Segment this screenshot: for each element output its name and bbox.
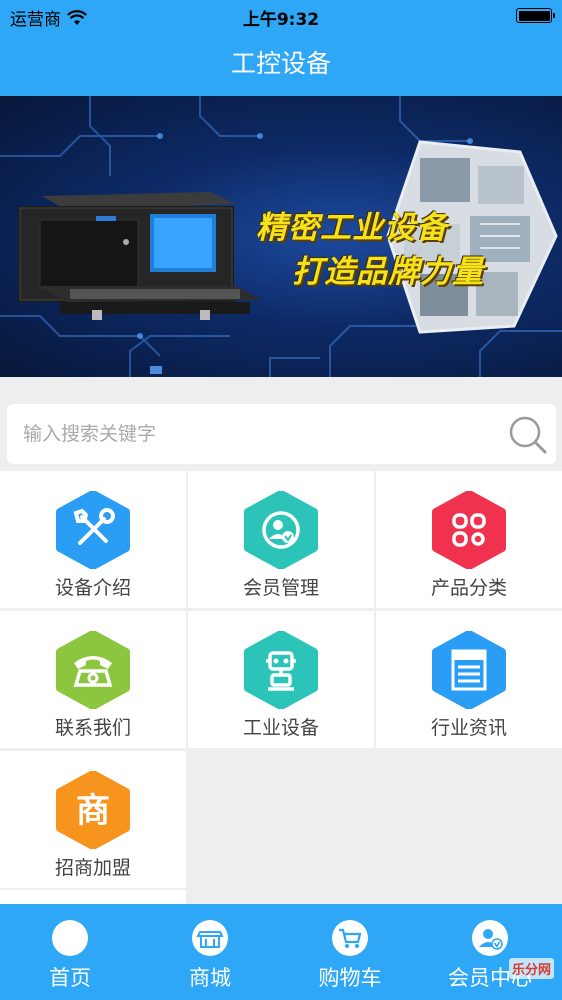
grid-item-industry-news[interactable]: 行业资讯 [376, 611, 562, 748]
page-title: 工控设备 [230, 49, 331, 78]
store-icon [192, 920, 228, 956]
grid-item-partial [0, 890, 186, 904]
grid-item-label: 工业设备 [242, 717, 319, 739]
tab-store[interactable]: 商城 [140, 904, 280, 1000]
watermark-logo: 乐分网 [508, 958, 554, 979]
category-icon [430, 491, 508, 569]
grid-item-member-management[interactable]: 会员管理 [188, 471, 374, 608]
tab-member-center[interactable]: 会员中心 [420, 904, 560, 1000]
banner-slogan-line2: 打造品牌力量 [292, 254, 484, 290]
status-bar: 运营商 上午9:32 [0, 0, 562, 32]
tab-home[interactable]: 首页 [0, 904, 140, 1000]
member-center-icon [472, 920, 508, 956]
grid-item-device-intro[interactable]: 设备介绍 [0, 471, 186, 608]
grid-item-product-category[interactable]: 产品分类 [376, 471, 562, 608]
search-input[interactable] [23, 416, 493, 452]
tab-label: 商城 [189, 966, 231, 990]
nav-bar: 工控设备 [0, 32, 562, 96]
telephone-icon [54, 631, 132, 709]
tab-label: 首页 [49, 966, 91, 990]
search-icon[interactable] [508, 415, 548, 455]
grid-item-label: 会员管理 [242, 577, 319, 599]
cart-icon [332, 920, 368, 956]
tab-cart[interactable]: 购物车 [280, 904, 420, 1000]
home-icon [52, 920, 88, 956]
industrial-computer-image [18, 192, 262, 320]
tools-icon [54, 491, 132, 569]
grid-item-industrial-equipment[interactable]: 工业设备 [188, 611, 374, 748]
grid-item-franchise[interactable]: 商 招商加盟 [0, 751, 186, 888]
member-icon [242, 491, 320, 569]
robot-icon [242, 631, 320, 709]
banner-slogan-line1: 精密工业设备 [256, 210, 448, 246]
grid-item-label: 招商加盟 [54, 857, 131, 879]
battery-icon [516, 8, 555, 23]
grid-item-label: 联系我们 [54, 717, 131, 739]
shop-icon: 商 [54, 771, 132, 849]
news-icon [430, 631, 508, 709]
feature-grid: 设备介绍 会员管理 产品分类 联系我们 工业设备 行业资讯 商 招商加盟 [0, 471, 562, 904]
tab-label: 购物车 [318, 966, 382, 990]
promo-banner[interactable]: 精密工业设备 打造品牌力量 [0, 96, 562, 377]
search-bar [7, 404, 556, 464]
grid-item-label: 产品分类 [430, 577, 507, 599]
status-time: 上午9:32 [242, 10, 320, 30]
grid-item-label: 设备介绍 [54, 577, 131, 599]
tab-bar: 首页 商城 购物车 会员中心 [0, 904, 562, 1000]
grid-item-label: 行业资讯 [430, 717, 507, 739]
grid-item-contact-us[interactable]: 联系我们 [0, 611, 186, 748]
svg-text:商: 商 [76, 791, 110, 831]
